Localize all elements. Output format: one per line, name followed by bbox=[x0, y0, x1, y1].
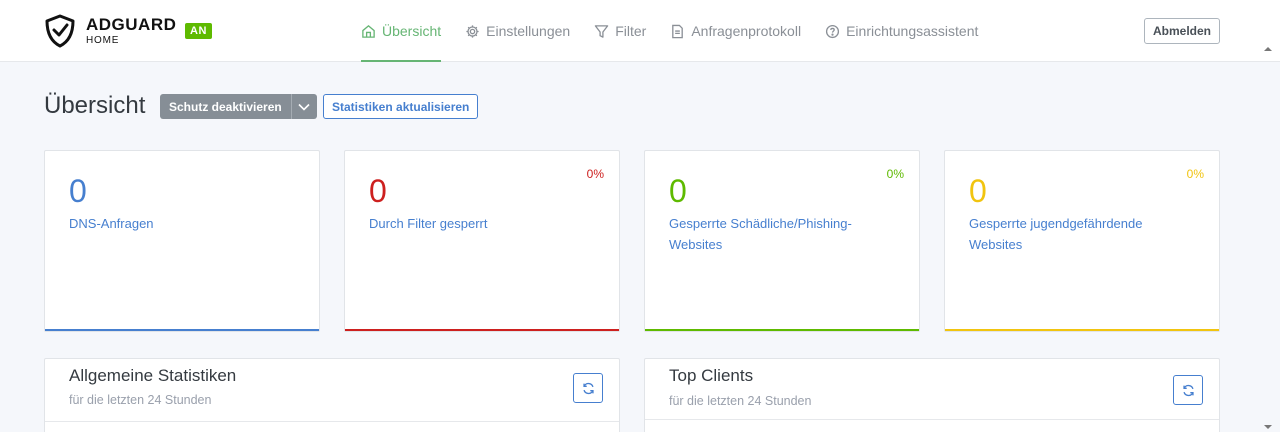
refresh-top-clients-button[interactable] bbox=[1173, 375, 1203, 405]
card-label: Gesperrte jugendgefährdende Websites bbox=[969, 216, 1143, 252]
nav-item-overview[interactable]: Übersicht bbox=[361, 0, 442, 62]
nav-item-setup-guide[interactable]: Einrichtungsassistent bbox=[825, 0, 978, 62]
nav-label: Einstellungen bbox=[486, 23, 571, 39]
disable-protection-button[interactable]: Schutz deaktivieren bbox=[160, 94, 292, 119]
chevron-down-icon bbox=[298, 103, 310, 111]
card-accent-bar bbox=[45, 329, 319, 331]
refresh-icon bbox=[1182, 384, 1194, 396]
nav-item-query-log[interactable]: Anfragenprotokoll bbox=[670, 0, 801, 62]
card-label: Gesperrte Schädliche/Phishing-Websites bbox=[669, 216, 852, 252]
filter-icon bbox=[594, 24, 609, 38]
panel-subtitle: für die letzten 24 Stunden bbox=[69, 393, 212, 407]
page-scrollbar[interactable] bbox=[1262, 44, 1274, 432]
nav-label: Einrichtungsassistent bbox=[846, 23, 979, 39]
card-accent-bar bbox=[345, 329, 619, 331]
gear-icon bbox=[466, 24, 479, 38]
shield-check-icon bbox=[45, 14, 75, 48]
nav-label: Anfragenprotokoll bbox=[691, 23, 802, 39]
card-value: 0 bbox=[69, 173, 87, 209]
refresh-general-stats-button[interactable] bbox=[573, 373, 603, 403]
card-accent-bar bbox=[645, 329, 919, 331]
card-dns-queries[interactable]: 0 DNS-Anfragen bbox=[44, 150, 320, 332]
card-label: DNS-Anfragen bbox=[69, 216, 154, 231]
card-value: 0 bbox=[669, 173, 687, 209]
refresh-icon bbox=[582, 382, 594, 394]
nav-item-settings[interactable]: Einstellungen bbox=[465, 0, 570, 62]
main-nav: Übersicht Einstellungen Filter Anfragenp… bbox=[361, 0, 1002, 62]
card-blocked-malware-phishing[interactable]: 0% 0 Gesperrte Schädliche/Phishing-Websi… bbox=[644, 150, 920, 332]
card-blocked-adult-websites[interactable]: 0% 0 Gesperrte jugendgefährdende Website… bbox=[944, 150, 1220, 332]
card-value: 0 bbox=[369, 173, 387, 209]
panel-general-statistics: Allgemeine Statistiken für die letzten 2… bbox=[44, 358, 620, 432]
refresh-statistics-button[interactable]: Statistiken aktualisieren bbox=[323, 94, 479, 119]
panel-title: Top Clients bbox=[669, 366, 754, 385]
home-icon bbox=[362, 24, 375, 38]
protection-button-group: Schutz deaktivieren bbox=[160, 94, 317, 119]
panel-divider bbox=[645, 419, 1219, 420]
card-percent: 0% bbox=[586, 167, 604, 181]
scroll-down-arrow-icon bbox=[1264, 425, 1272, 429]
card-percent: 0% bbox=[1186, 167, 1204, 181]
protection-status-badge: AN bbox=[185, 23, 212, 39]
card-accent-bar bbox=[945, 329, 1219, 331]
logout-button[interactable]: Abmelden bbox=[1144, 18, 1220, 44]
card-label: Durch Filter gesperrt bbox=[369, 216, 488, 231]
card-percent: 0% bbox=[886, 167, 904, 181]
top-header: ADGUARD HOME AN Übersicht Einstellungen … bbox=[0, 0, 1280, 62]
card-value: 0 bbox=[969, 173, 987, 209]
page-title: Übersicht bbox=[44, 92, 146, 119]
nav-label: Übersicht bbox=[382, 23, 442, 39]
nav-item-filters[interactable]: Filter bbox=[594, 0, 646, 62]
panel-subtitle: für die letzten 24 Stunden bbox=[669, 394, 812, 408]
panel-title: Allgemeine Statistiken bbox=[69, 366, 237, 385]
brand-subtitle: HOME bbox=[86, 35, 120, 46]
scroll-up-arrow-icon bbox=[1264, 47, 1272, 51]
protection-dropdown-toggle[interactable] bbox=[292, 94, 317, 119]
panel-divider bbox=[45, 421, 619, 422]
brand-name: ADGUARD bbox=[86, 15, 177, 34]
adguard-logo[interactable]: ADGUARD HOME bbox=[44, 14, 176, 48]
card-blocked-by-filters[interactable]: 0% 0 Durch Filter gesperrt bbox=[344, 150, 620, 332]
nav-label: Filter bbox=[615, 23, 647, 39]
panel-top-clients: Top Clients für die letzten 24 Stunden bbox=[644, 358, 1220, 432]
help-circle-icon bbox=[826, 24, 840, 38]
file-icon bbox=[672, 24, 684, 38]
